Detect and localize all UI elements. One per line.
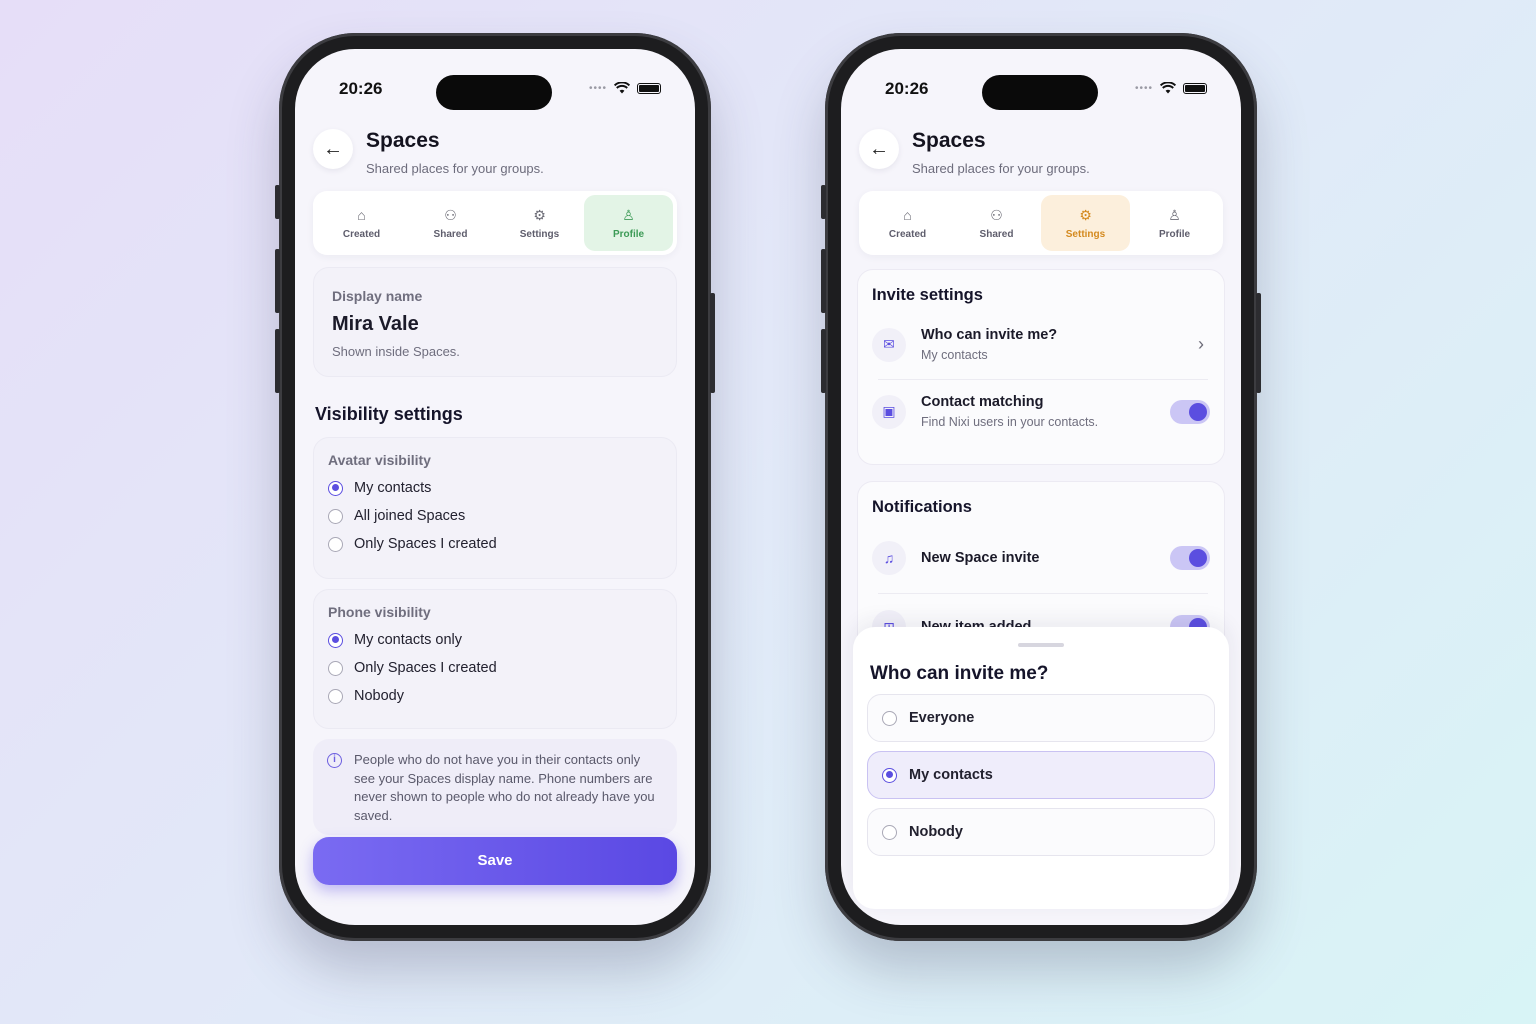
tab-settings[interactable]: ⚙ Settings bbox=[495, 195, 584, 251]
info-note: i People who do not have you in their co… bbox=[313, 739, 677, 835]
person-icon: ♙ bbox=[622, 206, 635, 223]
display-name-label: Display name bbox=[332, 288, 423, 304]
wifi-icon bbox=[1160, 82, 1176, 94]
display-name-hint: Shown inside Spaces. bbox=[332, 344, 460, 359]
radio-selected bbox=[328, 632, 343, 648]
radio-selected bbox=[882, 767, 897, 783]
avatar-visibility-card: Avatar visibility My contacts All joined… bbox=[313, 437, 677, 579]
screen-profile: 20:26 •••• ← Spaces Shared places for yo… bbox=[295, 49, 695, 925]
page-subtitle: Shared places for your groups. bbox=[366, 161, 544, 176]
gear-icon: ⚙ bbox=[533, 206, 546, 223]
back-button[interactable]: ← bbox=[313, 129, 353, 169]
radio-unselected bbox=[328, 688, 343, 704]
tab-profile[interactable]: ♙ Profile bbox=[584, 195, 673, 251]
radio-unselected bbox=[882, 824, 897, 840]
new-space-invite-toggle[interactable] bbox=[1170, 546, 1210, 570]
option-my-contacts[interactable]: My contacts bbox=[867, 751, 1215, 799]
contact-card-icon: ▣ bbox=[872, 394, 906, 429]
status-icons: •••• bbox=[1135, 82, 1207, 94]
radio-option[interactable]: Only Spaces I created bbox=[328, 530, 662, 558]
display-name-value: Mira Vale bbox=[332, 313, 419, 335]
status-icons: •••• bbox=[589, 82, 661, 94]
option-nobody[interactable]: Nobody bbox=[867, 808, 1215, 856]
page-title: Spaces bbox=[912, 129, 986, 152]
tab-settings[interactable]: ⚙ Settings bbox=[1041, 195, 1130, 251]
tab-bar: ⌂ Created ⚇ Shared ⚙ Settings ♙ Profile bbox=[859, 191, 1223, 255]
divider bbox=[878, 379, 1208, 380]
phone-right: 20:26 •••• ← Spaces Shared places for yo… bbox=[821, 33, 1261, 941]
group-icon: ⚇ bbox=[990, 206, 1003, 223]
tab-shared[interactable]: ⚇ Shared bbox=[406, 195, 495, 251]
phone-left: 20:26 •••• ← Spaces Shared places for yo… bbox=[275, 33, 715, 941]
invite-settings-card: Invite settings ✉ Who can invite me? My … bbox=[857, 269, 1225, 465]
battery-icon bbox=[637, 82, 661, 94]
display-name-card[interactable]: Display name Mira Vale Shown inside Spac… bbox=[313, 267, 677, 377]
screen-settings: 20:26 •••• ← Spaces Shared places for yo… bbox=[841, 49, 1241, 925]
radio-unselected bbox=[328, 508, 343, 524]
radio-selected bbox=[328, 480, 343, 496]
status-time: 20:26 bbox=[339, 79, 383, 98]
radio-option[interactable]: Only Spaces I created bbox=[328, 654, 662, 682]
radio-unselected bbox=[882, 710, 897, 726]
bell-icon: ♫ bbox=[872, 541, 906, 575]
radio-option[interactable]: Nobody bbox=[328, 682, 662, 710]
radio-option[interactable]: My contacts only bbox=[328, 626, 662, 654]
status-time: 20:26 bbox=[885, 79, 929, 98]
info-icon: i bbox=[327, 753, 342, 768]
mail-icon: ✉ bbox=[872, 327, 906, 362]
phone-visibility-card: Phone visibility My contacts only Only S… bbox=[313, 589, 677, 729]
arrow-left-icon: ← bbox=[323, 137, 343, 160]
info-text: People who do not have you in their cont… bbox=[354, 752, 655, 823]
home-icon: ⌂ bbox=[357, 206, 366, 223]
tab-bar: ⌂ Created ⚇ Shared ⚙ Settings ♙ Profile bbox=[313, 191, 677, 255]
person-icon: ♙ bbox=[1168, 206, 1181, 223]
chevron-right-icon: › bbox=[1198, 334, 1204, 354]
sheet-title: Who can invite me? bbox=[870, 663, 1049, 684]
battery-icon bbox=[1183, 82, 1207, 94]
divider bbox=[878, 593, 1208, 594]
radio-unselected bbox=[328, 660, 343, 676]
radio-option[interactable]: All joined Spaces bbox=[328, 502, 662, 530]
signal-icon: •••• bbox=[1134, 82, 1153, 94]
page-title: Spaces bbox=[366, 129, 440, 152]
save-button[interactable]: Save bbox=[313, 837, 677, 885]
sheet-grabber[interactable] bbox=[1018, 643, 1064, 647]
back-button[interactable]: ← bbox=[859, 129, 899, 169]
signal-icon: •••• bbox=[588, 82, 607, 94]
arrow-left-icon: ← bbox=[869, 137, 889, 160]
dynamic-island bbox=[436, 75, 552, 110]
notifications-heading: Notifications bbox=[872, 498, 972, 516]
tab-created[interactable]: ⌂ Created bbox=[317, 195, 406, 251]
invite-settings-heading: Invite settings bbox=[872, 286, 983, 304]
page-subtitle: Shared places for your groups. bbox=[912, 161, 1090, 176]
home-icon: ⌂ bbox=[903, 206, 912, 223]
radio-unselected bbox=[328, 536, 343, 552]
avatar-visibility-label: Avatar visibility bbox=[328, 452, 431, 468]
tab-created[interactable]: ⌂ Created bbox=[863, 195, 952, 251]
who-can-invite-row[interactable]: ✉ Who can invite me? My contacts › bbox=[872, 327, 1210, 362]
notification-row: ♫ New Space invite bbox=[872, 541, 1210, 575]
visibility-heading: Visibility settings bbox=[315, 404, 463, 424]
dynamic-island bbox=[982, 75, 1098, 110]
gear-icon: ⚙ bbox=[1079, 206, 1092, 223]
option-everyone[interactable]: Everyone bbox=[867, 694, 1215, 742]
group-icon: ⚇ bbox=[444, 206, 457, 223]
phone-visibility-label: Phone visibility bbox=[328, 604, 431, 620]
tab-profile[interactable]: ♙ Profile bbox=[1130, 195, 1219, 251]
contact-matching-row: ▣ Contact matching Find Nixi users in yo… bbox=[872, 394, 1210, 429]
radio-option[interactable]: My contacts bbox=[328, 474, 662, 502]
contact-matching-toggle[interactable] bbox=[1170, 399, 1210, 424]
tab-shared[interactable]: ⚇ Shared bbox=[952, 195, 1041, 251]
wifi-icon bbox=[614, 82, 630, 94]
bottom-sheet: Who can invite me? Everyone My contacts … bbox=[853, 627, 1229, 909]
